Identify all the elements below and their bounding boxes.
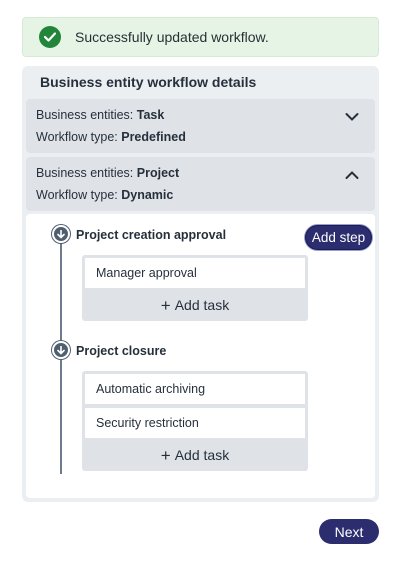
plus-icon: + — [160, 295, 171, 315]
plus-icon: + — [160, 445, 171, 465]
entity-accordion-task[interactable]: Business entities: Task Workflow type: P… — [26, 99, 375, 153]
chevron-down-icon[interactable] — [345, 112, 359, 122]
entity-accordion-project[interactable]: Business entities: Project Workflow type… — [26, 157, 375, 211]
task-item[interactable]: Security restriction — [85, 408, 305, 438]
add-step-button[interactable]: Add step — [305, 225, 372, 250]
arrow-down-icon — [52, 225, 70, 243]
step-title: Project closure — [76, 344, 167, 358]
task-item[interactable]: Manager approval — [85, 258, 305, 288]
check-circle-icon — [39, 26, 61, 48]
workflow-type-row: Workflow type: Predefined — [36, 130, 186, 144]
entity-row: Business entities: Task — [36, 108, 165, 122]
workflow-steps-card: Project creation approval Add step Manag… — [26, 214, 375, 498]
panel-title: Business entity workflow details — [40, 74, 257, 90]
add-task-button[interactable]: + Add task — [82, 291, 308, 319]
task-item[interactable]: Automatic archiving — [85, 374, 305, 404]
chevron-up-icon[interactable] — [345, 170, 359, 180]
arrow-down-icon — [52, 341, 70, 359]
workflow-type-row: Workflow type: Dynamic — [36, 188, 174, 202]
success-toast: Successfully updated workflow. — [22, 17, 379, 57]
add-task-button[interactable]: + Add task — [82, 441, 308, 469]
toast-message: Successfully updated workflow. — [75, 29, 269, 45]
step-title: Project creation approval — [76, 228, 227, 242]
task-list: Manager approval + Add task — [82, 255, 308, 321]
next-button[interactable]: Next — [319, 519, 379, 544]
task-list: Automatic archiving Security restriction… — [82, 371, 308, 471]
entity-row: Business entities: Project — [36, 166, 180, 180]
workflow-details-panel: Business entity workflow details Busines… — [22, 66, 379, 502]
